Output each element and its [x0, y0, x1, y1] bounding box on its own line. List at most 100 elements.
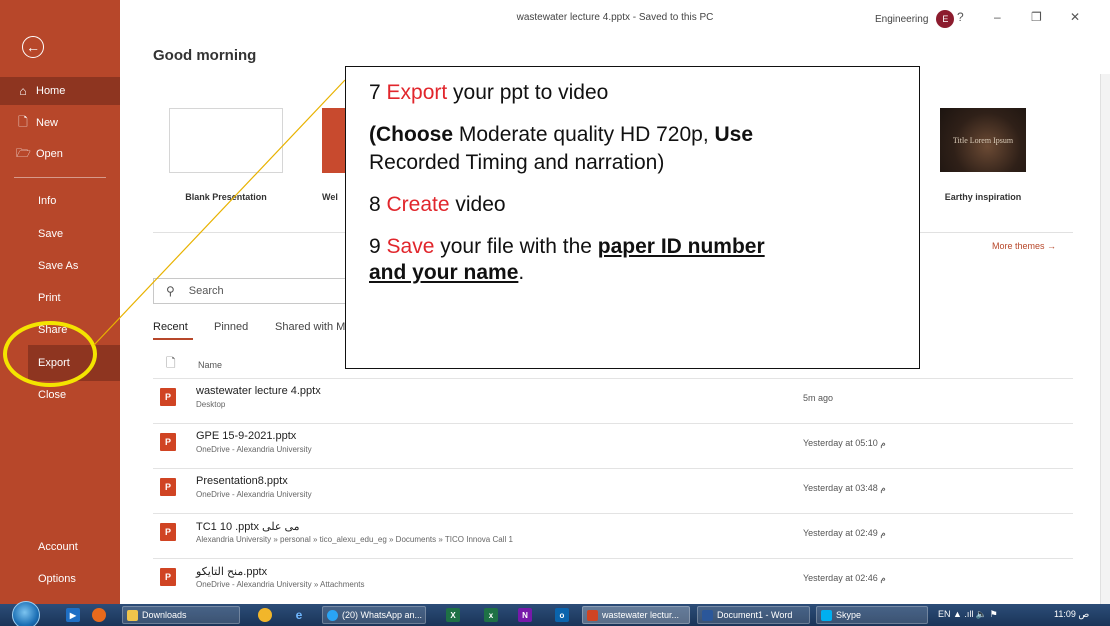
system-tray[interactable]: EN ▲ .ıll 🔈 ⚑: [938, 609, 998, 620]
file-path: Desktop: [196, 400, 226, 409]
sidebar-item-save-as[interactable]: Save As: [0, 252, 120, 280]
powerpoint-file-icon: P: [160, 568, 176, 586]
sidebar-item-label: Home: [36, 85, 66, 97]
document-icon: 🗋: [166, 356, 176, 370]
help-icon[interactable]: ?: [957, 10, 964, 24]
file-path: OneDrive - Alexandria University: [196, 490, 312, 499]
file-row[interactable]: P wastewater lecture 4.pptx Desktop 5m a…: [153, 378, 1073, 414]
greeting-heading: Good morning: [153, 47, 257, 64]
file-modified-time: 5m ago: [803, 393, 834, 403]
media-player-icon[interactable]: ▶: [66, 608, 80, 622]
file-path: Alexandria University » personal » tico_…: [196, 535, 513, 544]
taskbar-item-word[interactable]: Document1 - Word: [697, 606, 810, 624]
browser-icon: [327, 609, 338, 621]
callout-step-7-detail-2: Recorded Timing and narration): [369, 151, 665, 174]
folder-icon: [127, 609, 138, 621]
callout-step-9: 9 Save your file with the paper ID numbe…: [369, 235, 765, 258]
windows-taskbar: ▶ Downloads e (20) WhatsApp an... X x N …: [0, 601, 1110, 626]
file-row[interactable]: P GPE 15-9-2021.pptx OneDrive - Alexandr…: [153, 423, 1073, 459]
file-path: OneDrive - Alexandria University » Attac…: [196, 580, 365, 589]
sidebar-item-label: New: [36, 117, 59, 129]
column-name-header[interactable]: Name: [198, 360, 222, 370]
sidebar-item-home[interactable]: ⌂ Home: [0, 77, 120, 105]
template-blank-presentation[interactable]: Blank Presentation: [169, 108, 283, 202]
avatar[interactable]: E: [936, 10, 955, 28]
chrome-icon[interactable]: [258, 608, 272, 622]
sidebar-item-label: Close: [38, 389, 67, 401]
clock[interactable]: 11:09 ص: [1054, 609, 1089, 620]
template-thumbnail[interactable]: Title Lorem Ipsum: [940, 108, 1026, 172]
open-folder-icon: 🗁: [16, 145, 31, 160]
restore-icon[interactable]: ❐: [1031, 10, 1042, 24]
excel-icon[interactable]: x: [484, 608, 498, 622]
minimize-icon[interactable]: –: [994, 10, 1001, 24]
tab-shared-with-me[interactable]: Shared with M: [275, 321, 345, 333]
sidebar-item-print[interactable]: Print: [0, 284, 120, 312]
tab-recent[interactable]: Recent: [153, 321, 188, 333]
callout-step-7-detail: (Choose Moderate quality HD 720p, Use: [369, 123, 754, 146]
file-modified-time: Yesterday at 03:48 م: [803, 483, 886, 493]
start-button[interactable]: [12, 601, 40, 626]
onenote-icon[interactable]: N: [518, 608, 532, 622]
title-bar: wastewater lecture 4.pptx - Saved to thi…: [120, 0, 1110, 36]
file-modified-time: Yesterday at 02:46 م: [803, 573, 886, 583]
file-row[interactable]: P Presentation8.pptx OneDrive - Alexandr…: [153, 468, 1073, 504]
file-modified-time: Yesterday at 02:49 م: [803, 528, 886, 538]
sidebar-item-save[interactable]: Save: [0, 220, 120, 248]
back-arrow-icon[interactable]: ←: [22, 36, 44, 58]
file-name: TC1 10 .pptx مى على: [196, 521, 300, 533]
file-path: OneDrive - Alexandria University: [196, 445, 312, 454]
close-icon[interactable]: ✕: [1070, 10, 1080, 24]
outlook-icon[interactable]: o: [555, 608, 569, 622]
more-themes-link[interactable]: More themes →: [992, 241, 1056, 251]
sidebar-item-label: Print: [38, 292, 61, 304]
tab-pinned[interactable]: Pinned: [214, 321, 248, 333]
backstage-sidebar: ← ⌂ Home 🗋 New 🗁 Open Info Save Save As …: [0, 0, 120, 604]
search-icon: ⚲: [166, 284, 175, 298]
instruction-callout: 7 Export your ppt to video (Choose Moder…: [345, 66, 920, 369]
sidebar-item-open[interactable]: 🗁 Open: [0, 140, 120, 168]
powerpoint-file-icon: P: [160, 433, 176, 451]
taskbar-item-skype[interactable]: Skype: [816, 606, 928, 624]
file-modified-time: Yesterday at 05:10 م: [803, 438, 886, 448]
vertical-scrollbar[interactable]: [1100, 74, 1110, 604]
taskbar-item-label: (20) WhatsApp an...: [342, 610, 423, 620]
template-thumbnail[interactable]: [169, 108, 283, 173]
skype-icon: [821, 609, 832, 621]
file-name: Presentation8.pptx: [196, 475, 288, 487]
active-tab-indicator: [153, 338, 193, 340]
template-earthy-inspiration[interactable]: Title Lorem Ipsum Earthy inspiration: [940, 108, 1026, 202]
powerpoint-file-icon: P: [160, 478, 176, 496]
file-name: GPE 15-9-2021.pptx: [196, 430, 297, 442]
powerpoint-icon: [587, 609, 598, 621]
sidebar-item-info[interactable]: Info: [0, 187, 120, 215]
sidebar-item-label: Info: [38, 195, 57, 207]
internet-explorer-icon[interactable]: e: [292, 608, 306, 622]
powerpoint-file-icon: P: [160, 523, 176, 541]
account-area[interactable]: Engineering E: [875, 10, 955, 28]
sidebar-item-options[interactable]: Options: [0, 565, 120, 593]
taskbar-item-powerpoint[interactable]: wastewater lectur...: [582, 606, 690, 624]
callout-step-9-cont: and your name.: [369, 261, 525, 284]
taskbar-item-downloads[interactable]: Downloads: [122, 606, 240, 624]
sidebar-item-label: Save As: [38, 260, 79, 272]
sidebar-item-label: Account: [38, 541, 78, 553]
callout-step-7: 7 Export your ppt to video: [369, 81, 609, 104]
taskbar-item-label: Skype: [836, 610, 862, 620]
sidebar-item-account[interactable]: Account: [0, 533, 120, 561]
powerpoint-file-icon: P: [160, 388, 176, 406]
new-document-icon: 🗋: [18, 114, 28, 129]
taskbar-item-whatsapp[interactable]: (20) WhatsApp an...: [322, 606, 426, 624]
home-icon: ⌂: [19, 84, 27, 98]
annotation-ellipse: [3, 321, 97, 387]
file-row[interactable]: P TC1 10 .pptx مى على Alexandria Univers…: [153, 513, 1073, 549]
firefox-icon[interactable]: [92, 608, 106, 622]
file-row[interactable]: P منح التايكو.pptx OneDrive - Alexandria…: [153, 558, 1073, 594]
file-name: منح التايكو.pptx: [196, 566, 268, 578]
account-name[interactable]: Engineering: [875, 14, 928, 25]
word-icon: [702, 609, 713, 621]
taskbar-item-label: Downloads: [142, 610, 187, 620]
sidebar-item-new[interactable]: 🗋 New: [0, 109, 120, 137]
sidebar-item-label: Options: [38, 573, 76, 585]
excel-icon[interactable]: X: [446, 608, 460, 622]
